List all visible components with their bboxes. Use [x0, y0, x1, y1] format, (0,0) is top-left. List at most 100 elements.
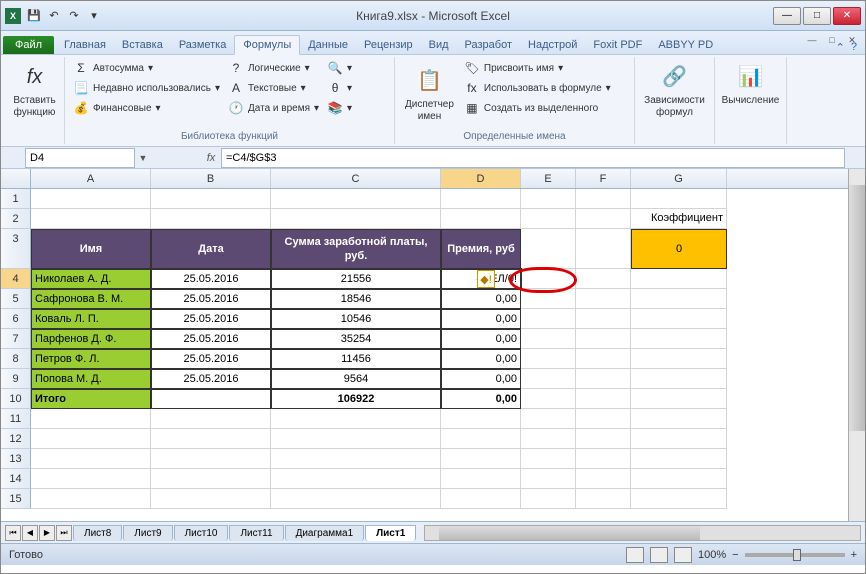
- row-header-10[interactable]: 10: [1, 389, 31, 409]
- cell-C11[interactable]: [271, 409, 441, 429]
- cell-F4[interactable]: [576, 269, 631, 289]
- tab-review[interactable]: Рецензир: [356, 36, 421, 54]
- tab-formulas[interactable]: Формулы: [234, 35, 300, 55]
- tab-view[interactable]: Вид: [421, 36, 457, 54]
- cell-B13[interactable]: [151, 449, 271, 469]
- cell-D3[interactable]: Премия, руб: [441, 229, 521, 269]
- cell-G8[interactable]: [631, 349, 727, 369]
- undo-icon[interactable]: ↶: [45, 7, 63, 25]
- name-box[interactable]: D4: [25, 148, 135, 168]
- sheet-tab-Лист11[interactable]: Лист11: [229, 525, 283, 541]
- cell-A7[interactable]: Парфенов Д. Ф.: [31, 329, 151, 349]
- cell-A3[interactable]: Имя: [31, 229, 151, 269]
- cell-A8[interactable]: Петров Ф. Л.: [31, 349, 151, 369]
- cell-D2[interactable]: [441, 209, 521, 229]
- zoom-in-button[interactable]: +: [851, 549, 857, 561]
- autosum-button[interactable]: ΣАвтосумма ▾: [71, 59, 222, 77]
- cell-E9[interactable]: [521, 369, 576, 389]
- error-smart-tag[interactable]: ◆!: [477, 270, 495, 288]
- cell-E7[interactable]: [521, 329, 576, 349]
- cell-D10[interactable]: 0,00: [441, 389, 521, 409]
- cell-E2[interactable]: [521, 209, 576, 229]
- col-header-B[interactable]: B: [151, 169, 271, 188]
- cell-G10[interactable]: [631, 389, 727, 409]
- use-in-formula-button[interactable]: fxИспользовать в формуле ▾: [462, 79, 613, 97]
- cell-G11[interactable]: [631, 409, 727, 429]
- cell-A14[interactable]: [31, 469, 151, 489]
- cell-G4[interactable]: [631, 269, 727, 289]
- minimize-button[interactable]: —: [773, 7, 801, 25]
- save-icon[interactable]: 💾: [25, 7, 43, 25]
- cell-E15[interactable]: [521, 489, 576, 509]
- name-manager-button[interactable]: 📋 Диспетчер имен: [401, 59, 458, 129]
- datetime-button[interactable]: 🕐Дата и время ▾: [226, 99, 321, 117]
- row-header-3[interactable]: 3: [1, 229, 31, 269]
- sheet-tab-Лист8[interactable]: Лист8: [73, 525, 122, 541]
- zoom-slider[interactable]: [745, 553, 845, 557]
- sheet-nav-first[interactable]: ⏮: [5, 525, 21, 541]
- cell-B3[interactable]: Дата: [151, 229, 271, 269]
- cell-A12[interactable]: [31, 429, 151, 449]
- cell-E12[interactable]: [521, 429, 576, 449]
- cell-F7[interactable]: [576, 329, 631, 349]
- cell-E11[interactable]: [521, 409, 576, 429]
- cell-G2[interactable]: Коэффициент: [631, 209, 727, 229]
- cell-A1[interactable]: [31, 189, 151, 209]
- cell-G14[interactable]: [631, 469, 727, 489]
- cell-G5[interactable]: [631, 289, 727, 309]
- cell-E4[interactable]: [521, 269, 576, 289]
- cell-A2[interactable]: [31, 209, 151, 229]
- cell-G1[interactable]: [631, 189, 727, 209]
- cell-F3[interactable]: [576, 229, 631, 269]
- sheet-nav-last[interactable]: ⏭: [56, 525, 72, 541]
- recent-button[interactable]: 📃Недавно использовались ▾: [71, 79, 222, 97]
- cell-C2[interactable]: [271, 209, 441, 229]
- cell-E6[interactable]: [521, 309, 576, 329]
- cell-F2[interactable]: [576, 209, 631, 229]
- cells-area[interactable]: КоэффициентИмяДатаСумма заработной платы…: [31, 189, 865, 509]
- cell-D11[interactable]: [441, 409, 521, 429]
- col-header-F[interactable]: F: [576, 169, 631, 188]
- maximize-button[interactable]: □: [803, 7, 831, 25]
- cell-B7[interactable]: 25.05.2016: [151, 329, 271, 349]
- cell-B8[interactable]: 25.05.2016: [151, 349, 271, 369]
- mdi-minimize[interactable]: —: [803, 33, 821, 47]
- cell-G15[interactable]: [631, 489, 727, 509]
- define-name-button[interactable]: 🏷Присвоить имя ▾: [462, 59, 613, 77]
- col-header-E[interactable]: E: [521, 169, 576, 188]
- cell-C4[interactable]: 21556: [271, 269, 441, 289]
- logical-button[interactable]: ?Логические ▾: [226, 59, 321, 77]
- cell-D12[interactable]: [441, 429, 521, 449]
- cell-C1[interactable]: [271, 189, 441, 209]
- cell-D6[interactable]: 0,00: [441, 309, 521, 329]
- row-header-15[interactable]: 15: [1, 489, 31, 509]
- file-tab[interactable]: Файл: [3, 36, 54, 54]
- cell-C6[interactable]: 10546: [271, 309, 441, 329]
- mdi-close[interactable]: ✕: [843, 33, 861, 47]
- row-header-9[interactable]: 9: [1, 369, 31, 389]
- cell-E3[interactable]: [521, 229, 576, 269]
- cell-F15[interactable]: [576, 489, 631, 509]
- cell-A15[interactable]: [31, 489, 151, 509]
- zoom-out-button[interactable]: −: [732, 549, 738, 561]
- cell-B6[interactable]: 25.05.2016: [151, 309, 271, 329]
- lookup-button[interactable]: 🔍▾: [325, 59, 354, 77]
- tab-data[interactable]: Данные: [300, 36, 356, 54]
- cell-F6[interactable]: [576, 309, 631, 329]
- cell-G7[interactable]: [631, 329, 727, 349]
- cell-C5[interactable]: 18546: [271, 289, 441, 309]
- cell-A6[interactable]: Коваль Л. П.: [31, 309, 151, 329]
- row-header-7[interactable]: 7: [1, 329, 31, 349]
- cell-E1[interactable]: [521, 189, 576, 209]
- namebox-dropdown-icon[interactable]: ▼: [135, 153, 151, 163]
- row-header-13[interactable]: 13: [1, 449, 31, 469]
- redo-icon[interactable]: ↷: [65, 7, 83, 25]
- cell-D9[interactable]: 0,00: [441, 369, 521, 389]
- cell-F13[interactable]: [576, 449, 631, 469]
- insert-function-button[interactable]: fx Вставить функцию: [11, 59, 58, 121]
- cell-C15[interactable]: [271, 489, 441, 509]
- formula-bar[interactable]: =C4/$G$3: [221, 148, 845, 168]
- cell-A4[interactable]: Николаев А. Д.: [31, 269, 151, 289]
- cell-B9[interactable]: 25.05.2016: [151, 369, 271, 389]
- tab-addins[interactable]: Надстрой: [520, 36, 585, 54]
